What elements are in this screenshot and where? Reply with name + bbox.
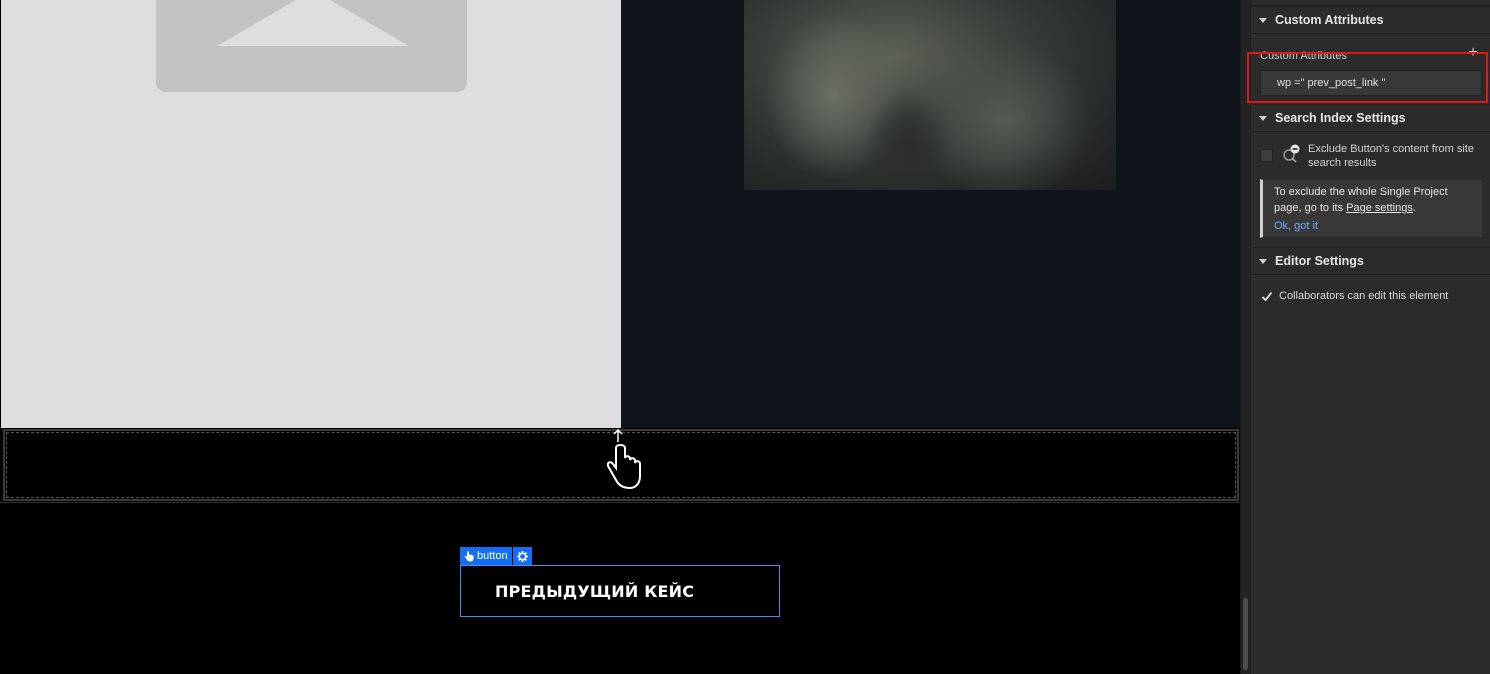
gear-icon: [516, 550, 528, 562]
info-text-suffix: .: [1412, 202, 1416, 214]
search-index-title: Search Index Settings: [1275, 111, 1406, 125]
previous-case-button[interactable]: ПРЕДЫДУЩИЙ КЕЙС: [460, 565, 780, 617]
editor-settings-title: Editor Settings: [1275, 254, 1364, 268]
highlight-annotation: [1247, 52, 1488, 103]
placeholder-mountain-shape: [217, 0, 409, 46]
placeholder-image-icon: [156, 0, 467, 92]
previous-case-button-label: ПРЕДЫДУЩИЙ КЕЙС: [495, 581, 695, 601]
settings-panel: Custom Attributes Custom Attributes + wp…: [1247, 0, 1490, 674]
caret-down-icon: [1259, 115, 1267, 121]
image-placeholder-block[interactable]: [1, 0, 621, 428]
custom-attributes-header[interactable]: Custom Attributes: [1251, 6, 1490, 34]
element-selection-tag[interactable]: button: [460, 547, 532, 565]
element-tag-label[interactable]: button: [460, 547, 512, 565]
checkmark-icon: [1261, 291, 1272, 302]
caret-down-icon: [1259, 258, 1267, 264]
photo-shading: [864, 90, 954, 190]
hand-pointer-icon: [464, 550, 474, 561]
exclude-search-label: Exclude Button's content from site searc…: [1308, 143, 1474, 169]
hand-cursor-icon: [606, 428, 641, 490]
project-photo[interactable]: [744, 0, 1116, 190]
design-canvas[interactable]: button ПРЕДЫДУЩИЙ КЕЙС: [0, 0, 1240, 674]
custom-attributes-title: Custom Attributes: [1275, 13, 1384, 27]
search-index-header[interactable]: Search Index Settings: [1251, 104, 1490, 132]
editor-settings-header[interactable]: Editor Settings: [1251, 247, 1490, 275]
ok-got-it-link[interactable]: Ok, got it: [1274, 218, 1474, 234]
page-settings-link[interactable]: Page settings: [1346, 202, 1413, 214]
search-exclude-icon: [1283, 144, 1300, 163]
scrollbar-thumb[interactable]: [1243, 598, 1248, 670]
caret-down-icon: [1259, 17, 1267, 23]
exclude-page-info: To exclude the whole Single Project page…: [1260, 179, 1483, 238]
exclude-search-checkbox[interactable]: [1260, 149, 1273, 162]
section-divider: [0, 502, 1240, 503]
element-type-text: button: [477, 550, 508, 562]
element-settings-button[interactable]: [512, 547, 532, 565]
collaborators-label: Collaborators can edit this element: [1279, 290, 1449, 302]
collaborators-checkbox[interactable]: [1260, 290, 1273, 303]
